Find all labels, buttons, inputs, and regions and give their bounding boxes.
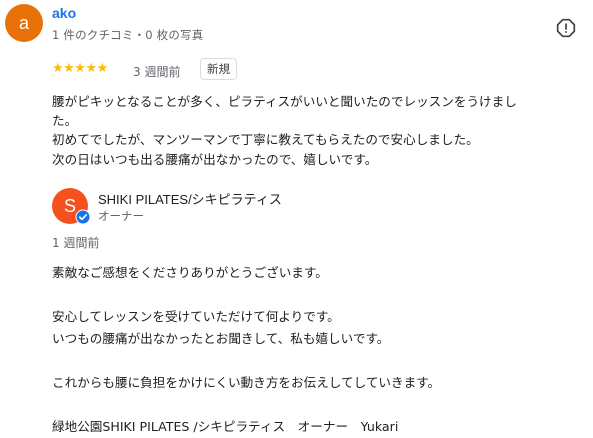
verified-check-icon (75, 209, 91, 225)
review-line: 腰がピキッとなることが多く、ピラティスがいいと聞いたのでレッスンをうけまし (52, 94, 517, 109)
reply-line (52, 394, 587, 416)
new-badge: 新規 (200, 58, 237, 80)
reply-line (52, 284, 587, 306)
review-line: た。 (52, 113, 78, 129)
review-time: 3 週間前 (133, 65, 181, 79)
owner-reply-text: 素敵なご感想をくださりありがとうございます。 安心してレッスンを受けていただけて… (52, 262, 587, 438)
reply-line: 安心してレッスンを受けていただけて何よりです。 (52, 309, 340, 324)
reviewer-name[interactable]: ako (52, 5, 76, 21)
owner-name: SHIKI PILATES/シキピラティス (98, 192, 282, 207)
star-rating: ★★★★★ (52, 61, 108, 76)
reviewer-meta: 1 件のクチコミ・0 枚の写真 (52, 28, 204, 42)
review-line: 初めてでしたが、マンツーマンで丁寧に教えてもらえたので安心しました。 (52, 132, 479, 148)
owner-role: オーナー (98, 209, 144, 223)
reply-line: 素敵なご感想をくださりありがとうございます。 (52, 265, 328, 280)
reply-line: これからも腰に負担をかけにくい動き方をお伝えしてしていきます。 (52, 375, 441, 390)
review-text: 腰がピキッとなることが多く、ピラティスがいいと聞いたのでレッスンをうけまし た。… (52, 92, 587, 169)
report-icon[interactable] (556, 18, 576, 38)
review-line: 次の日はいつも出る腰痛が出なかったので、嬉しいです。 (52, 151, 378, 167)
reply-line: いつもの腰痛が出なかったとお聞きして、私も嬉しいです。 (52, 331, 390, 346)
reviewer-avatar[interactable]: a (5, 4, 43, 42)
reply-line (52, 350, 587, 372)
reply-line: 緑地公園SHIKI PILATES /シキピラティス オーナー Yukari (52, 419, 399, 434)
reply-time: 1 週間前 (52, 236, 100, 250)
